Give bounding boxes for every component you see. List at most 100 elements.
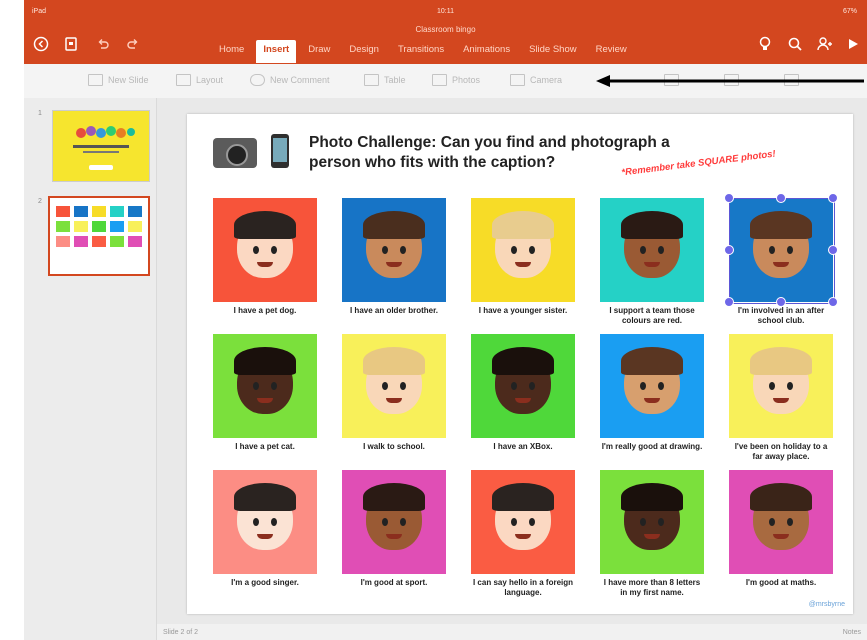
emoji-square[interactable] <box>213 470 317 574</box>
photo-caption[interactable]: I'm a good singer. <box>213 578 317 588</box>
tab-slide-show[interactable]: Slide Show <box>522 40 584 63</box>
emoji-square[interactable] <box>471 198 575 302</box>
resize-handle[interactable] <box>776 193 786 203</box>
resize-handle[interactable] <box>828 245 838 255</box>
face-emoji-icon <box>621 483 683 550</box>
slide-editor: Photo Challenge: Can you find and photog… <box>157 98 867 624</box>
thumbnail-cell <box>128 206 142 217</box>
photo-card[interactable]: I support a team those colours are red. <box>600 198 704 326</box>
new-comment-button[interactable]: New Comment <box>250 74 330 86</box>
ribbon: iPad 10:11 67% Classroom bingo Home Inse… <box>24 0 867 64</box>
photo-card[interactable]: I've been on holiday to a far away place… <box>729 334 833 462</box>
photo-card[interactable]: I have a pet cat. <box>213 334 317 452</box>
photo-card[interactable]: I have a pet dog. <box>213 198 317 316</box>
layout-button[interactable]: Layout <box>176 74 223 86</box>
thumbnail-cell <box>74 221 88 232</box>
photo-card[interactable]: I have an XBox. <box>471 334 575 452</box>
photo-caption[interactable]: I have a pet cat. <box>213 442 317 452</box>
emoji-square[interactable] <box>471 470 575 574</box>
emoji-square[interactable] <box>600 334 704 438</box>
resize-handle[interactable] <box>724 297 734 307</box>
camera-picture-icon <box>213 138 257 168</box>
photo-card[interactable]: I walk to school. <box>342 334 446 452</box>
camera-button[interactable]: Camera <box>510 74 562 86</box>
slide-thumbnail-panel: 1 2 <box>24 98 157 640</box>
photo-caption[interactable]: I support a team those colours are red. <box>600 306 704 326</box>
tab-insert[interactable]: Insert <box>256 40 297 63</box>
emoji-square[interactable] <box>600 198 704 302</box>
tab-home[interactable]: Home <box>212 40 251 63</box>
slide-thumbnail-1[interactable] <box>52 110 150 182</box>
slide-canvas[interactable]: Photo Challenge: Can you find and photog… <box>187 114 853 614</box>
search-icon[interactable] <box>786 35 804 53</box>
face-emoji-icon <box>750 347 812 414</box>
table-icon <box>364 74 379 86</box>
resize-handle[interactable] <box>724 193 734 203</box>
photo-caption[interactable]: I have an XBox. <box>471 442 575 452</box>
tab-design[interactable]: Design <box>342 40 386 63</box>
share-people-icon[interactable] <box>816 35 834 53</box>
tab-transitions[interactable]: Transitions <box>391 40 451 63</box>
resize-handle[interactable] <box>828 297 838 307</box>
photo-caption[interactable]: I have a pet dog. <box>213 306 317 316</box>
resize-handle[interactable] <box>776 297 786 307</box>
photo-caption[interactable]: I have an older brother. <box>342 306 446 316</box>
document-title: Classroom bingo <box>415 25 476 34</box>
photo-card[interactable]: I can say hello in a foreign language. <box>471 470 575 598</box>
tab-review[interactable]: Review <box>589 40 634 63</box>
thumbnail-cell <box>110 221 124 232</box>
resize-handle[interactable] <box>828 193 838 203</box>
new-slide-button[interactable]: New Slide <box>88 74 149 86</box>
face-emoji-icon <box>492 483 554 550</box>
photo-card[interactable]: I have a younger sister. <box>471 198 575 316</box>
photo-caption[interactable]: I'm good at sport. <box>342 578 446 588</box>
emoji-square[interactable] <box>342 198 446 302</box>
emoji-square[interactable] <box>342 334 446 438</box>
table-button[interactable]: Table <box>364 74 406 86</box>
emoji-square[interactable] <box>213 198 317 302</box>
photo-card[interactable]: I have more than 8 letters in my first n… <box>600 470 704 598</box>
emoji-square[interactable] <box>213 334 317 438</box>
face-emoji-icon <box>621 347 683 414</box>
file-icon[interactable] <box>62 35 80 53</box>
photo-card[interactable]: I'm good at maths. <box>729 470 833 588</box>
slide-thumbnail-2[interactable] <box>48 196 150 276</box>
photo-card[interactable]: I'm good at sport. <box>342 470 446 588</box>
photo-caption[interactable]: I'm really good at drawing. <box>600 442 704 452</box>
layout-label: Layout <box>196 75 224 85</box>
photo-card[interactable]: I have an older brother. <box>342 198 446 316</box>
photo-caption[interactable]: I'm good at maths. <box>729 578 833 588</box>
thumbnail-cell <box>56 236 70 247</box>
face-emoji-icon <box>363 211 425 278</box>
status-footer: Slide 2 of 2 Notes <box>157 624 867 640</box>
selection-box[interactable] <box>729 198 835 304</box>
emoji-square[interactable] <box>471 334 575 438</box>
thumbnail-cell <box>74 236 88 247</box>
undo-icon[interactable] <box>94 35 112 53</box>
tab-draw[interactable]: Draw <box>301 40 337 63</box>
face-emoji-icon <box>234 483 296 550</box>
photo-caption[interactable]: I have a younger sister. <box>471 306 575 316</box>
photo-caption[interactable]: I can say hello in a foreign language. <box>471 578 575 598</box>
photo-card[interactable]: I'm a good singer. <box>213 470 317 588</box>
emoji-square[interactable] <box>729 470 833 574</box>
ribbon-tabs: Home Insert Draw Design Transitions Anim… <box>212 40 639 63</box>
play-icon[interactable] <box>844 35 862 53</box>
photo-caption[interactable]: I've been on holiday to a far away place… <box>729 442 833 462</box>
redo-icon[interactable] <box>124 35 142 53</box>
new-slide-label: New Slide <box>108 75 149 85</box>
resize-handle[interactable] <box>724 245 734 255</box>
tab-animations[interactable]: Animations <box>456 40 517 63</box>
lightbulb-icon[interactable] <box>756 35 774 53</box>
photo-caption[interactable]: I'm involved in an after school club. <box>729 306 833 326</box>
emoji-square[interactable] <box>729 334 833 438</box>
emoji-square[interactable] <box>600 470 704 574</box>
photos-button[interactable]: Photos <box>432 74 480 86</box>
photo-caption[interactable]: I walk to school. <box>342 442 446 452</box>
emoji-square[interactable] <box>342 470 446 574</box>
photo-caption[interactable]: I have more than 8 letters in my first n… <box>600 578 704 598</box>
back-icon[interactable] <box>32 35 50 53</box>
notes-button[interactable]: Notes <box>843 629 861 636</box>
photo-card[interactable]: I'm really good at drawing. <box>600 334 704 452</box>
face-emoji-icon <box>234 211 296 278</box>
